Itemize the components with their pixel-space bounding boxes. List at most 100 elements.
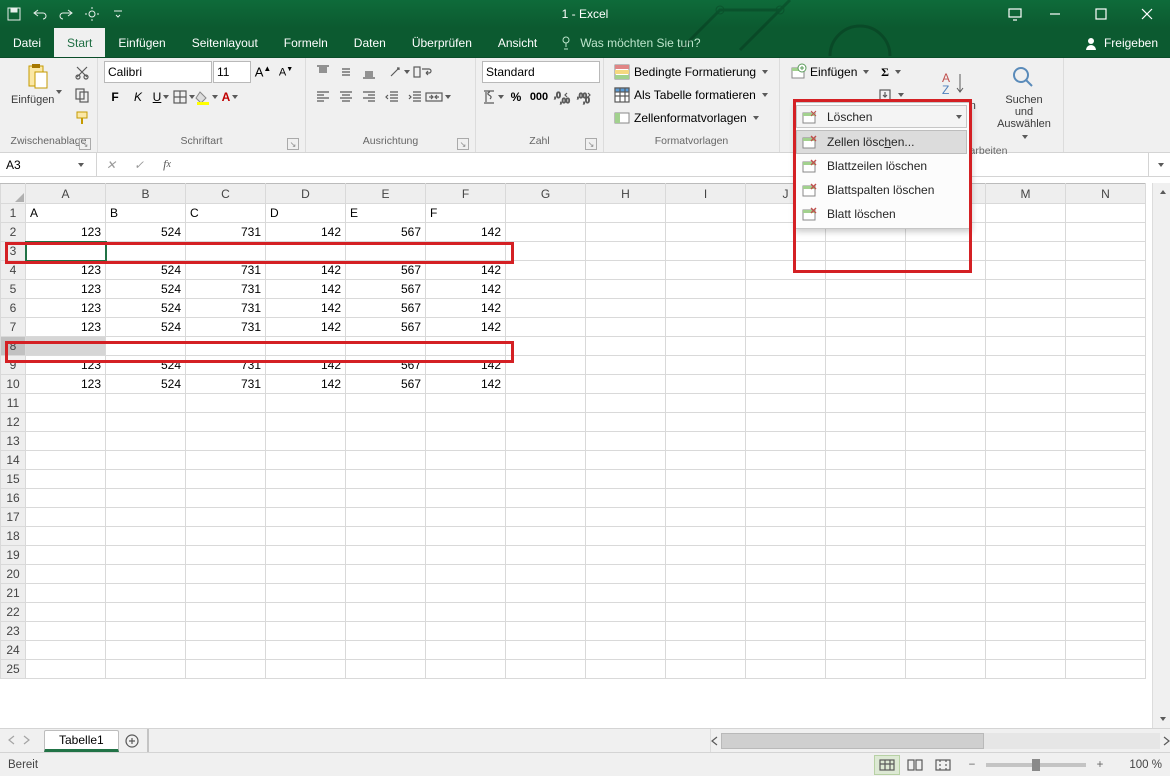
cell-C19[interactable] <box>186 546 266 565</box>
col-header-I[interactable]: I <box>666 184 746 204</box>
cell-H2[interactable] <box>586 223 666 242</box>
cell-K9[interactable] <box>826 356 906 375</box>
tab-nav-last-icon[interactable] <box>22 734 36 748</box>
cell-K25[interactable] <box>826 660 906 679</box>
cell-A21[interactable] <box>26 584 106 603</box>
cell-I11[interactable] <box>666 394 746 413</box>
cell-B9[interactable]: 524 <box>106 356 186 375</box>
cell-E5[interactable]: 567 <box>346 280 426 299</box>
cell-N2[interactable] <box>1066 223 1146 242</box>
cell-M1[interactable] <box>986 204 1066 223</box>
scroll-left-icon[interactable] <box>711 732 719 750</box>
cell-B5[interactable]: 524 <box>106 280 186 299</box>
cell-E23[interactable] <box>346 622 426 641</box>
number-format-input[interactable] <box>482 61 600 83</box>
cell-N19[interactable] <box>1066 546 1146 565</box>
cell-K8[interactable] <box>826 337 906 356</box>
cell-J15[interactable] <box>746 470 826 489</box>
cell-K22[interactable] <box>826 603 906 622</box>
cell-B23[interactable] <box>106 622 186 641</box>
cell-C25[interactable] <box>186 660 266 679</box>
cell-E9[interactable]: 567 <box>346 356 426 375</box>
cell-A8[interactable] <box>26 337 106 356</box>
cell-G2[interactable] <box>506 223 586 242</box>
align-right-icon[interactable] <box>358 86 380 108</box>
cell-G1[interactable] <box>506 204 586 223</box>
format-as-table-button[interactable]: Als Tabelle formatieren <box>610 84 772 106</box>
delete-split-button[interactable]: Löschen <box>796 105 967 128</box>
cell-B4[interactable]: 524 <box>106 261 186 280</box>
row-header-24[interactable]: 24 <box>1 641 26 660</box>
cell-C16[interactable] <box>186 489 266 508</box>
row-header-15[interactable]: 15 <box>1 470 26 489</box>
row-header-22[interactable]: 22 <box>1 603 26 622</box>
cell-I23[interactable] <box>666 622 746 641</box>
tab-start[interactable]: Start <box>54 28 105 57</box>
cell-B19[interactable] <box>106 546 186 565</box>
align-middle-icon[interactable] <box>335 61 357 83</box>
cell-I22[interactable] <box>666 603 746 622</box>
cell-N6[interactable] <box>1066 299 1146 318</box>
cell-H21[interactable] <box>586 584 666 603</box>
cell-J8[interactable] <box>746 337 826 356</box>
cell-M20[interactable] <box>986 565 1066 584</box>
cell-M4[interactable] <box>986 261 1066 280</box>
cell-D4[interactable]: 142 <box>266 261 346 280</box>
row-header-13[interactable]: 13 <box>1 432 26 451</box>
format-painter-icon[interactable] <box>71 107 93 129</box>
number-launcher-icon[interactable]: ↘ <box>585 138 597 150</box>
cell-G7[interactable] <box>506 318 586 337</box>
cell-I2[interactable] <box>666 223 746 242</box>
tab-daten[interactable]: Daten <box>341 28 399 57</box>
cell-M14[interactable] <box>986 451 1066 470</box>
cell-A19[interactable] <box>26 546 106 565</box>
cell-F1[interactable]: F <box>426 204 506 223</box>
cell-D14[interactable] <box>266 451 346 470</box>
cell-C11[interactable] <box>186 394 266 413</box>
cell-H22[interactable] <box>586 603 666 622</box>
col-header-H[interactable]: H <box>586 184 666 204</box>
decrease-indent-icon[interactable] <box>381 86 403 108</box>
cell-K16[interactable] <box>826 489 906 508</box>
cell-F12[interactable] <box>426 413 506 432</box>
cell-J18[interactable] <box>746 527 826 546</box>
cell-E10[interactable]: 567 <box>346 375 426 394</box>
cell-F15[interactable] <box>426 470 506 489</box>
cell-G5[interactable] <box>506 280 586 299</box>
row-header-4[interactable]: 4 <box>1 261 26 280</box>
cell-I25[interactable] <box>666 660 746 679</box>
copy-icon[interactable] <box>71 84 93 106</box>
cell-N9[interactable] <box>1066 356 1146 375</box>
cell-N13[interactable] <box>1066 432 1146 451</box>
cell-H13[interactable] <box>586 432 666 451</box>
cell-I24[interactable] <box>666 641 746 660</box>
expand-formula-bar-icon[interactable] <box>1148 153 1170 176</box>
cell-G13[interactable] <box>506 432 586 451</box>
cell-C7[interactable]: 731 <box>186 318 266 337</box>
cell-L11[interactable] <box>906 394 986 413</box>
cell-M8[interactable] <box>986 337 1066 356</box>
cell-N23[interactable] <box>1066 622 1146 641</box>
cell-D23[interactable] <box>266 622 346 641</box>
tab-ansicht[interactable]: Ansicht <box>485 28 550 57</box>
scroll-down-icon[interactable] <box>1153 710 1170 728</box>
cell-A10[interactable]: 123 <box>26 375 106 394</box>
cut-icon[interactable] <box>71 61 93 83</box>
row-header-1[interactable]: 1 <box>1 204 26 223</box>
cell-D6[interactable]: 142 <box>266 299 346 318</box>
cell-K20[interactable] <box>826 565 906 584</box>
cell-K10[interactable] <box>826 375 906 394</box>
cell-H1[interactable] <box>586 204 666 223</box>
cell-G22[interactable] <box>506 603 586 622</box>
cell-M3[interactable] <box>986 242 1066 261</box>
cell-G4[interactable] <box>506 261 586 280</box>
cell-E24[interactable] <box>346 641 426 660</box>
cell-A24[interactable] <box>26 641 106 660</box>
col-header-B[interactable]: B <box>106 184 186 204</box>
cell-G12[interactable] <box>506 413 586 432</box>
cell-N12[interactable] <box>1066 413 1146 432</box>
cell-L3[interactable] <box>906 242 986 261</box>
cell-C24[interactable] <box>186 641 266 660</box>
increase-indent-icon[interactable] <box>404 86 426 108</box>
cell-B18[interactable] <box>106 527 186 546</box>
